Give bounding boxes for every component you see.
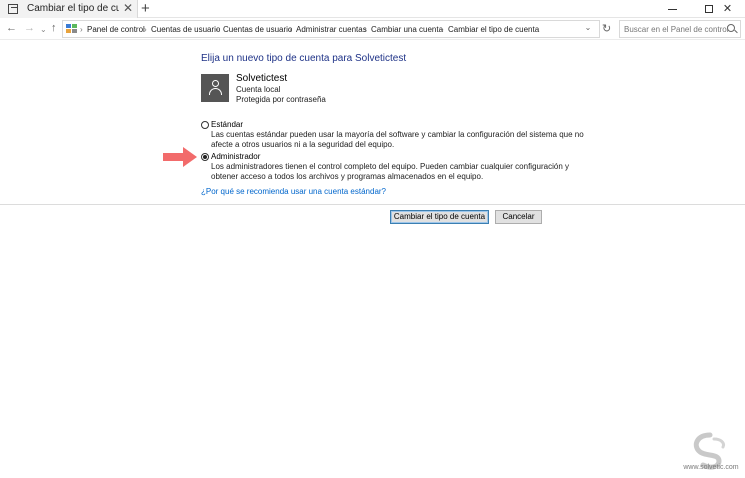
breadcrumb-separator: › [441,25,444,34]
page-title: Elija un nuevo tipo de cuenta para Solve… [201,53,407,64]
watermark-text: www.solvetic.com [683,464,739,471]
breadcrumb-panel-de-control[interactable]: Panel de control [87,24,145,35]
radio-administrator[interactable] [201,153,209,161]
tab-close-icon[interactable]: ✕ [123,2,133,14]
user-avatar [201,74,229,102]
breadcrumb-separator: › [364,25,367,34]
option-desc-standard-1: Las cuentas estándar pueden usar la mayo… [211,130,584,139]
cancel-button[interactable]: Cancelar [495,210,542,224]
pointer-arrow-icon [163,147,197,167]
up-arrow-icon[interactable]: ↑ [51,22,57,34]
user-account-type: Cuenta local [236,85,281,94]
address-bar[interactable]: › Panel de control › Cuentas de usuario … [62,20,600,38]
search-box[interactable]: Buscar en el Panel de control [619,20,741,38]
breadcrumb-separator: › [80,25,83,34]
minimize-icon [667,8,677,10]
search-input[interactable]: Buscar en el Panel de control [624,24,729,35]
option-label-standard[interactable]: Estándar [211,120,243,130]
breadcrumb-separator: › [289,25,292,34]
help-link-standard-account[interactable]: ¿Por qué se recomienda usar una cuenta e… [201,187,386,197]
search-icon[interactable] [727,24,735,32]
close-window-button[interactable]: ✕ [710,0,745,18]
breadcrumb-cambiar-una-cuenta[interactable]: Cambiar una cuenta [371,24,443,35]
new-tab-button[interactable]: + [141,0,150,17]
radio-standard[interactable] [201,121,209,129]
breadcrumb-cambiar-el-tipo-de-cuenta[interactable]: Cambiar el tipo de cuenta [448,24,539,35]
breadcrumb-administrar-cuentas[interactable]: Administrar cuentas [296,24,367,35]
user-password-status: Protegida por contraseña [236,95,326,104]
option-desc-administrator-1: Los administradores tienen el control co… [211,162,569,171]
user-icon [212,80,219,87]
option-desc-standard-2: afecte a otros usuarios ni a la segurida… [211,140,395,149]
tab-title: Cambiar el tipo de cuenta [27,3,119,14]
option-label-administrator[interactable]: Administrador [211,152,260,162]
breadcrumb-separator: › [144,25,147,34]
divider [0,204,745,205]
forward-arrow-icon[interactable]: → [24,22,35,34]
address-dropdown-icon[interactable]: ⌄ [582,18,594,38]
user-name: Solvetictest [236,73,288,84]
user-icon-body [209,88,222,95]
breadcrumb-cuentas-de-usuario-1[interactable]: Cuentas de usuario [151,24,220,35]
refresh-icon[interactable]: ↻ [602,19,611,39]
minimize-button[interactable] [653,0,691,18]
title-bar: Cambiar el tipo de cuenta ✕ + ✕ [0,0,745,18]
active-tab[interactable]: Cambiar el tipo de cuenta ✕ [0,0,138,18]
breadcrumb-separator: › [216,25,219,34]
recent-locations-chevron-icon[interactable]: ⌄ [40,24,47,36]
breadcrumb-cuentas-de-usuario-2[interactable]: Cuentas de usuario [223,24,292,35]
control-panel-icon [66,24,77,34]
option-desc-administrator-2: obtener acceso a todos los archivos y pr… [211,172,484,181]
change-account-type-button[interactable]: Cambiar el tipo de cuenta [390,210,489,224]
window-tab-icon [8,4,18,14]
back-arrow-icon[interactable]: ← [6,22,17,34]
